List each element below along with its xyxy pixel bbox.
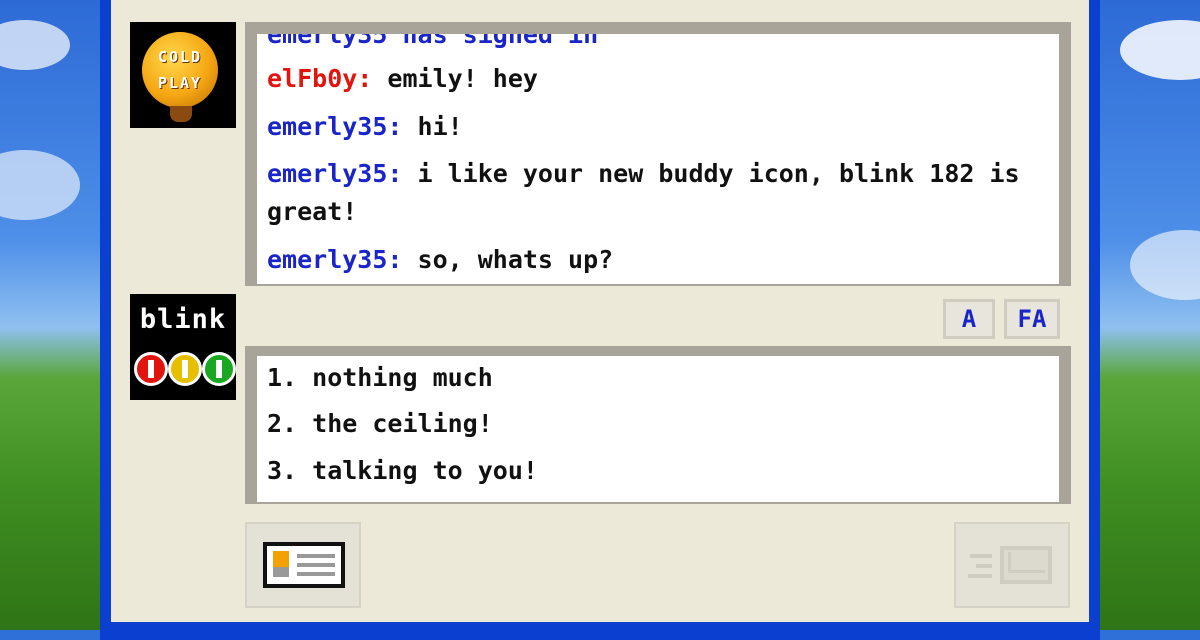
chat-line: elFb0y: emily! hey bbox=[267, 60, 1041, 98]
own-avatar: blink bbox=[130, 294, 236, 400]
reply-option-1[interactable]: 1. nothing much bbox=[267, 360, 493, 396]
chat-line: emerly35: i like your new buddy icon, bl… bbox=[267, 155, 1041, 193]
reply-option-3[interactable]: 3. talking to you! bbox=[267, 453, 538, 489]
speed-line bbox=[968, 574, 992, 578]
own-icon-text: blink bbox=[139, 304, 227, 335]
font-style-label: A bbox=[961, 305, 977, 333]
chat-text: emily! hey bbox=[372, 64, 538, 93]
cloud bbox=[0, 20, 70, 70]
chat-text: great! bbox=[267, 197, 358, 226]
speed-line bbox=[970, 554, 992, 558]
chat-nick: emerly35: bbox=[267, 112, 403, 141]
chat-line-wrap: great! bbox=[267, 193, 1041, 231]
cloud bbox=[1130, 230, 1200, 300]
speed-line bbox=[976, 564, 992, 568]
send-mail-icon bbox=[1000, 546, 1052, 584]
chat-nick: emerly35: bbox=[267, 245, 403, 274]
signed-in-notice: emerly35 has signed in bbox=[267, 34, 599, 49]
yellow-dot-icon bbox=[168, 352, 202, 386]
cloud bbox=[1120, 20, 1200, 80]
chat-line: emerly35: so, whats up? bbox=[267, 241, 1041, 279]
chat-text: hi! bbox=[402, 112, 463, 141]
chat-text: so, whats up? bbox=[402, 245, 614, 274]
reply-option-2[interactable]: 2. the ceiling! bbox=[267, 406, 493, 442]
buddy-icon-text-top: COLD bbox=[157, 48, 203, 66]
buddy-avatar: COLD PLAY bbox=[130, 22, 236, 128]
red-dot-icon bbox=[134, 352, 168, 386]
chat-log[interactable]: emerly35 has signed in elFb0y: emily! he… bbox=[257, 34, 1059, 284]
font-style-button[interactable]: A bbox=[943, 299, 995, 339]
chat-line-cut-off: emerly35 has signed in bbox=[267, 34, 1041, 54]
chat-nick: emerly35: bbox=[267, 159, 403, 188]
reply-options[interactable]: 1. nothing much 2. the ceiling! 3. talki… bbox=[257, 356, 1059, 502]
buddy-icon-text-bottom: PLAY bbox=[157, 74, 203, 92]
gold-record-stand bbox=[170, 106, 192, 122]
chat-text: i like your new buddy icon, blink 182 is bbox=[402, 159, 1020, 188]
profile-card-icon bbox=[263, 542, 345, 588]
send-button[interactable] bbox=[954, 522, 1070, 608]
chat-nick: elFb0y: bbox=[267, 64, 373, 93]
chat-line: emerly35: hi! bbox=[267, 108, 1041, 146]
green-dot-icon bbox=[202, 352, 236, 386]
font-face-button[interactable]: FA bbox=[1004, 299, 1060, 339]
profile-button[interactable] bbox=[245, 522, 361, 608]
font-face-label: FA bbox=[1017, 305, 1047, 333]
gold-record-icon bbox=[142, 32, 218, 108]
cloud bbox=[0, 150, 80, 220]
